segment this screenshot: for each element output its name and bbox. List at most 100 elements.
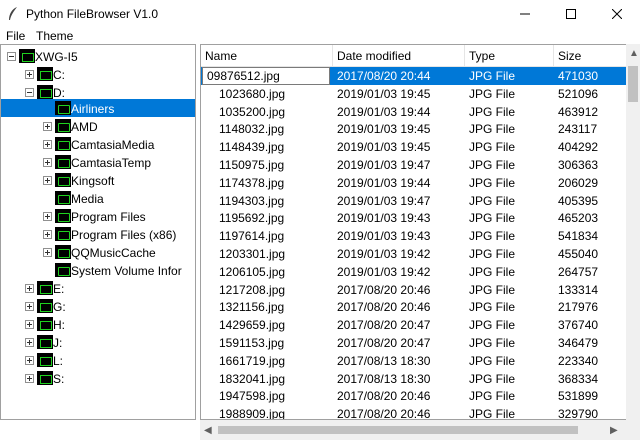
table-row[interactable]: 1203301.jpg 2019/01/03 19:42 JPG File 45504… (201, 245, 629, 263)
tree-item-label: Kingsoft (71, 174, 115, 188)
table-row[interactable]: 1947598.jpg 2017/08/20 20:46 JPG File 53189… (201, 387, 629, 405)
cell-size: 243117 (558, 122, 598, 137)
cell-size: 217976 (558, 300, 599, 315)
expand-icon[interactable] (43, 158, 52, 167)
maximize-button[interactable] (548, 0, 594, 28)
tree-item-drive-s[interactable]: S: (1, 369, 195, 387)
column-separator[interactable] (464, 45, 465, 67)
column-separator[interactable] (332, 45, 333, 67)
expand-icon[interactable] (43, 230, 52, 239)
cell-type: JPG File (469, 300, 516, 315)
cell-type: JPG File (469, 104, 516, 119)
collapse-icon[interactable] (7, 52, 16, 61)
table-row[interactable]: 1206105.jpg 2019/01/03 19:42 JPG File 26475… (201, 263, 629, 281)
drive-icon (37, 67, 53, 81)
table-row[interactable]: 1321156.jpg 2017/08/20 20:46 JPG File 21797… (201, 298, 629, 316)
minimize-button[interactable] (502, 0, 548, 28)
tree-item-program-files-x86[interactable]: Program Files (x86) (1, 225, 195, 243)
cell-date: 2019/01/03 19:45 (337, 86, 431, 101)
scroll-left-icon[interactable]: ◀ (204, 425, 212, 436)
tree-item-root[interactable]: XWG-I5 (1, 47, 195, 65)
tree-item-amd[interactable]: AMD (1, 117, 195, 135)
table-row[interactable]: 1035200.jpg 2019/01/03 19:44 JPG File 46391… (201, 103, 629, 121)
tree-item-qqmusiccache[interactable]: QQMusicCache (1, 243, 195, 261)
file-list[interactable]: Name Date modified Type Size 09876512.jp… (200, 44, 640, 420)
horizontal-scrollbar[interactable]: ◀ ▶ (200, 420, 626, 440)
table-row[interactable]: 1832041.jpg 2017/08/13 18:30 JPG File 36833… (201, 370, 629, 388)
folder-icon (55, 173, 71, 187)
menu-file[interactable]: File (6, 29, 25, 43)
table-row[interactable]: 1429659.jpg 2017/08/20 20:47 JPG File 37674… (201, 316, 629, 334)
tree-item-drive-l[interactable]: L: (1, 351, 195, 369)
table-row[interactable]: 1148032.jpg 2019/01/03 19:45 JPG File 24311… (201, 120, 629, 138)
cell-name: 1197614.jpg (219, 229, 285, 244)
tree-item-system-volume[interactable]: System Volume Infor (1, 261, 195, 279)
expand-icon[interactable] (43, 212, 52, 221)
tree-item-kingsoft[interactable]: Kingsoft (1, 171, 195, 189)
folder-tree[interactable]: XWG-I5 C: D: Airliners AMD CamtasiaMedia… (0, 44, 196, 420)
table-row[interactable]: 1988909.jpg 2017/08/20 20:46 JPG File 32979… (201, 405, 629, 419)
drive-icon (37, 299, 53, 313)
column-header-type[interactable]: Type (469, 49, 495, 63)
cell-size: 264757 (558, 264, 599, 279)
horizontal-scroll-thumb[interactable] (218, 426, 578, 434)
expand-icon[interactable] (25, 320, 34, 329)
cell-date: 2017/08/13 18:30 (337, 353, 431, 368)
cell-name: 1217208.jpg (219, 282, 286, 297)
tree-item-drive-g[interactable]: G: (1, 297, 195, 315)
cell-name: 1591153.jpg (219, 336, 285, 350)
tree-item-label: XWG-I5 (35, 50, 78, 64)
table-row[interactable]: 1174378.jpg 2019/01/03 19:44 JPG File 20602… (201, 174, 629, 192)
column-separator[interactable] (553, 45, 554, 67)
cell-date: 2019/01/03 19:45 (337, 122, 431, 137)
scroll-up-icon[interactable]: ▲ (629, 48, 639, 59)
column-header-name[interactable]: Name (205, 49, 237, 63)
tree-item-drive-e[interactable]: E: (1, 279, 195, 297)
expand-icon[interactable] (43, 122, 52, 131)
menu-theme[interactable]: Theme (36, 29, 73, 43)
tree-item-airliners[interactable]: Airliners (1, 99, 195, 117)
tree-item-camtasiamedia[interactable]: CamtasiaMedia (1, 135, 195, 153)
vertical-scroll-thumb[interactable] (628, 66, 638, 102)
expand-icon[interactable] (25, 356, 34, 365)
table-row[interactable]: 1661719.jpg 2017/08/13 18:30 JPG File 22334… (201, 352, 629, 370)
expand-icon[interactable] (43, 176, 52, 185)
expand-icon[interactable] (43, 248, 52, 257)
table-row[interactable]: 1148439.jpg 2019/01/03 19:45 JPG File 40429… (201, 138, 629, 156)
expand-icon[interactable] (25, 374, 34, 383)
vertical-scrollbar[interactable]: ▲ (626, 44, 640, 420)
table-row[interactable]: 1023680.jpg 2019/01/03 19:45 JPG File 52109… (201, 85, 629, 103)
tree-item-media[interactable]: Media (1, 189, 195, 207)
collapse-icon[interactable] (25, 88, 34, 97)
cell-size: 368334 (558, 371, 599, 386)
table-row[interactable]: 1591153.jpg 2017/08/20 20:47 JPG File 34647… (201, 334, 629, 352)
rename-field[interactable]: 09876512.jpg (202, 67, 330, 85)
column-header-date[interactable]: Date modified (337, 49, 411, 63)
expand-icon[interactable] (25, 338, 34, 347)
table-row[interactable]: 1150975.jpg 2019/01/03 19:47 JPG File 30636… (201, 156, 629, 174)
cell-type: JPG File (469, 140, 516, 155)
table-row[interactable]: 1195692.jpg 2019/01/03 19:43 JPG File 46520… (201, 209, 629, 227)
close-button[interactable] (594, 0, 640, 28)
folder-icon (55, 245, 71, 259)
cell-date: 2019/01/03 19:47 (337, 193, 431, 208)
expand-icon[interactable] (43, 140, 52, 149)
cell-size: 471030 (558, 69, 599, 83)
tree-item-drive-h[interactable]: H: (1, 315, 195, 333)
column-header-size[interactable]: Size (558, 49, 581, 63)
expand-icon[interactable] (25, 70, 34, 79)
cell-date: 2017/08/20 20:47 (337, 318, 431, 333)
tree-item-drive-c[interactable]: C: (1, 65, 195, 83)
cell-size: 223340 (558, 353, 599, 368)
table-row[interactable]: 1194303.jpg 2019/01/03 19:47 JPG File 40539… (201, 192, 629, 210)
table-row[interactable]: 1197614.jpg 2019/01/03 19:43 JPG File 54183… (201, 227, 629, 245)
table-row[interactable]: 1217208.jpg 2017/08/20 20:46 JPG File 13331… (201, 281, 629, 299)
expand-icon[interactable] (25, 302, 34, 311)
expand-icon[interactable] (25, 284, 34, 293)
table-row[interactable]: 09876512.jpg 2017/08/20 20:44 JPG File 4710… (201, 67, 629, 85)
tree-item-drive-j[interactable]: J: (1, 333, 195, 351)
tree-item-program-files[interactable]: Program Files (1, 207, 195, 225)
tree-item-camtasiatemp[interactable]: CamtasiaTemp (1, 153, 195, 171)
scroll-right-icon[interactable]: ▶ (610, 425, 618, 436)
folder-icon (55, 101, 71, 115)
